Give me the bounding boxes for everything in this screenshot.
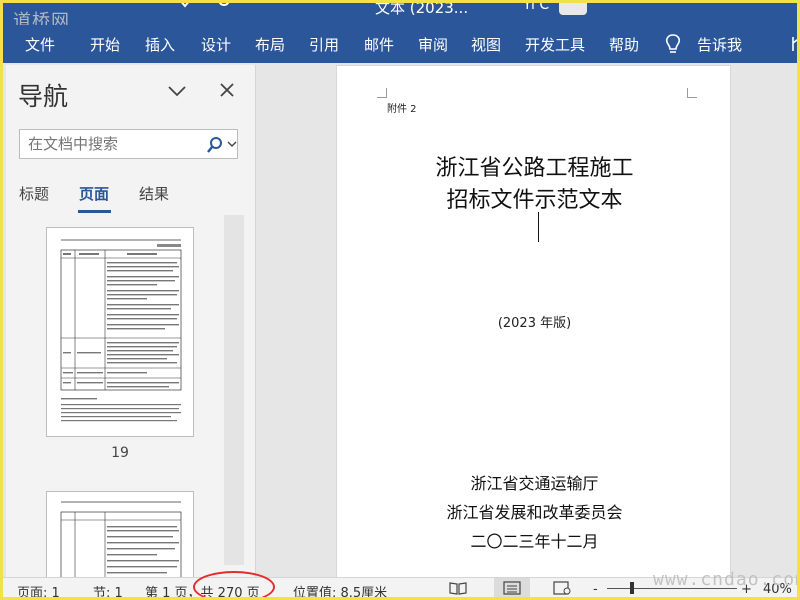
navigation-pane: 导航 标题 页面 结果 <box>6 65 256 577</box>
url-watermark: www.cndao.com <box>653 569 797 590</box>
issuer-line2: 浙江省发展和改革委员会 <box>446 503 623 522</box>
page-thumbnail[interactable] <box>46 227 194 437</box>
tab-mailings[interactable]: 邮件 <box>364 34 394 55</box>
nav-pane-title: 导航 <box>18 82 69 111</box>
close-icon[interactable] <box>218 81 236 99</box>
page-thumbnail[interactable] <box>46 491 194 577</box>
share-icon[interactable] <box>791 35 797 53</box>
search-title-icon[interactable] <box>217 3 233 11</box>
thumbnail-page-number: 19 <box>111 445 129 461</box>
document-title-line1: 浙江省公路工程施工 <box>435 156 634 181</box>
avatar[interactable] <box>559 3 587 15</box>
status-position[interactable]: 位置值: 8.5厘米 <box>293 582 387 597</box>
highlight-circle <box>193 571 275 597</box>
read-mode-icon[interactable] <box>449 581 467 595</box>
nav-tab-results[interactable]: 结果 <box>139 183 169 204</box>
attachment-label: 附件 2 <box>387 104 417 115</box>
document-canvas[interactable]: 附件 2 浙江省公路工程施工 招标文件示范文本 (2023 年版) 浙江省交通运… <box>256 65 797 577</box>
status-section[interactable]: 节: 1 <box>93 582 123 597</box>
quick-access-dropdown-icon[interactable] <box>177 3 193 11</box>
tab-references[interactable]: 引用 <box>309 34 339 55</box>
zoom-out-button[interactable]: - <box>593 582 598 597</box>
tab-design[interactable]: 设计 <box>201 34 231 55</box>
table-page-preview <box>60 239 182 422</box>
margin-corner-mark <box>377 88 387 98</box>
user-name[interactable]: Yi C <box>523 3 549 13</box>
status-page[interactable]: 页面: 1 <box>17 582 60 597</box>
tab-review[interactable]: 审阅 <box>418 34 448 55</box>
tab-layout[interactable]: 布局 <box>255 34 285 55</box>
chevron-down-icon[interactable] <box>166 83 188 99</box>
web-layout-icon[interactable] <box>553 581 571 595</box>
tab-file[interactable]: 文件 <box>25 34 55 55</box>
text-cursor <box>538 212 539 242</box>
table-page-preview <box>60 501 182 577</box>
zoom-slider-thumb[interactable] <box>630 582 634 594</box>
ribbon-tab-bar: 文件 开始 插入 设计 布局 引用 邮件 审阅 视图 开发工具 帮助 告诉我 <box>3 25 797 63</box>
tab-view[interactable]: 视图 <box>471 34 501 55</box>
tab-home[interactable]: 开始 <box>90 34 120 55</box>
document-title-line2: 招标文件示范文本 <box>446 188 623 213</box>
nav-tab-headings[interactable]: 标题 <box>19 183 49 204</box>
search-icon[interactable] <box>206 136 224 154</box>
word-window: 文本 (2023... Yi C 道桥网 文件 开始 插入 设计 布局 引用 邮… <box>3 3 797 597</box>
margin-corner-mark <box>687 88 697 98</box>
tell-me-search[interactable]: 告诉我 <box>697 34 742 55</box>
document-page[interactable]: 附件 2 浙江省公路工程施工 招标文件示范文本 (2023 年版) 浙江省交通运… <box>336 65 731 577</box>
search-input[interactable] <box>28 135 198 153</box>
page-thumbnails: 19 <box>6 215 244 577</box>
issue-date: 二〇二三年十二月 <box>470 532 599 551</box>
tab-help[interactable]: 帮助 <box>609 34 639 55</box>
lightbulb-icon <box>665 34 681 53</box>
tab-developer[interactable]: 开发工具 <box>525 34 585 55</box>
issuer-line1: 浙江省交通运输厅 <box>470 474 599 493</box>
tab-insert[interactable]: 插入 <box>145 34 175 55</box>
print-layout-icon[interactable] <box>503 581 521 595</box>
title-bar: 文本 (2023... Yi C <box>3 3 797 25</box>
window-title: 文本 (2023... <box>375 3 469 17</box>
search-box <box>19 129 238 159</box>
search-options-chevron-icon[interactable] <box>227 140 237 148</box>
edition-text: (2023 年版) <box>497 316 572 331</box>
nav-tab-pages[interactable]: 页面 <box>79 183 109 204</box>
active-tab-indicator <box>78 210 111 213</box>
